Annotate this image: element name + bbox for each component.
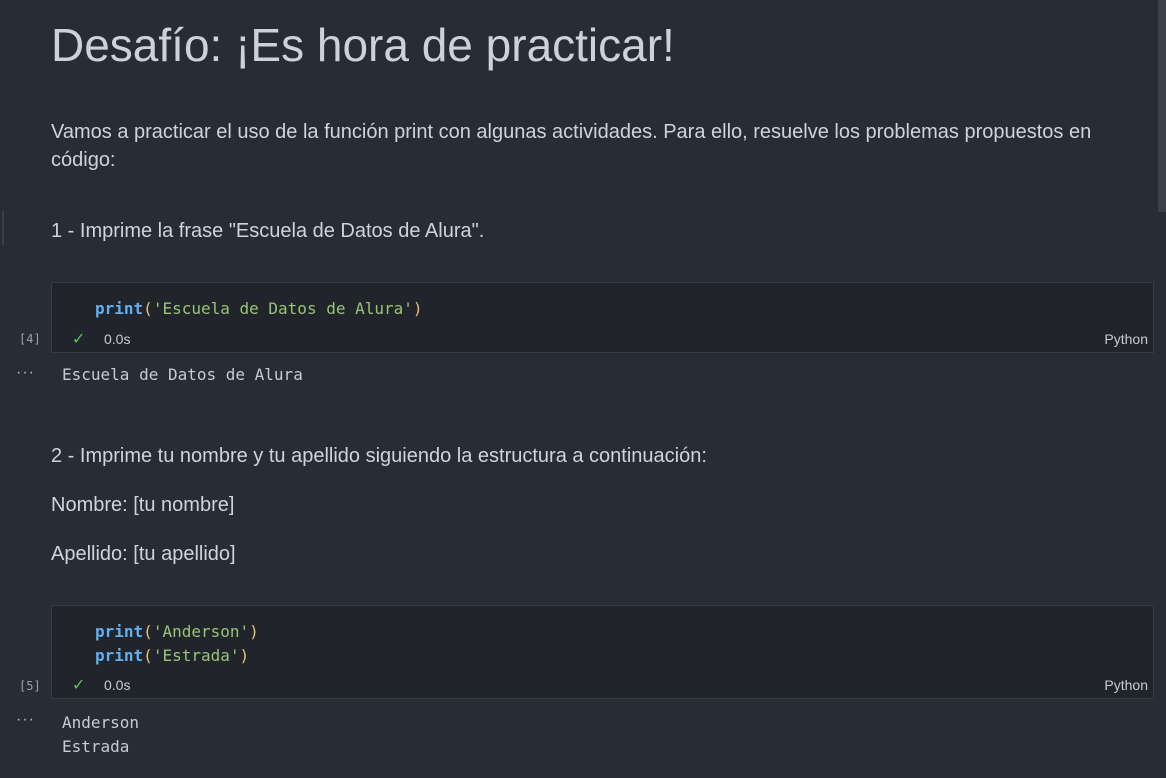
cell-output: Escuela de Datos de Alura (62, 363, 303, 387)
code-line[interactable]: print('Escuela de Datos de Alura') (95, 299, 423, 319)
page-title: Desafío: ¡Es hora de practicar! (51, 19, 675, 71)
notebook-page: Desafío: ¡Es hora de practicar! Vamos a … (0, 0, 1166, 778)
output-menu-icon[interactable]: ··· (16, 364, 35, 382)
execution-time: 0.0s (104, 677, 131, 693)
success-check-icon: ✓ (72, 331, 86, 348)
code-paren: ( (143, 646, 153, 665)
execution-time: 0.0s (104, 331, 131, 347)
code-function: print (95, 646, 144, 665)
intro-paragraph: Vamos a practicar el uso de la función p… (51, 121, 1092, 171)
success-check-icon: ✓ (72, 677, 86, 694)
code-paren: ( (143, 622, 153, 641)
code-cell[interactable]: print('Escuela de Datos de Alura') ✓ 0.0… (51, 282, 1154, 353)
code-line[interactable]: print('Estrada') (95, 646, 249, 666)
code-function: print (95, 622, 144, 641)
code-paren: ) (249, 622, 259, 641)
execution-count: [4] (19, 332, 41, 346)
scrollbar[interactable] (1158, 0, 1166, 212)
code-cell[interactable]: print('Anderson') print('Estrada') ✓ 0.0… (51, 605, 1154, 699)
exercise-1-text: 1 - Imprime la frase "Escuela de Datos d… (51, 220, 485, 242)
cell-output: Anderson Estrada (62, 711, 139, 759)
language-selector[interactable]: Python (1104, 677, 1148, 693)
code-string: 'Anderson' (152, 622, 250, 641)
exercise-2-text: 2 - Imprime tu nombre y tu apellido sigu… (51, 445, 707, 467)
cell-focus-indicator (2, 211, 4, 245)
code-function: print (95, 299, 144, 318)
code-line[interactable]: print('Anderson') (95, 622, 259, 642)
code-string: 'Escuela de Datos de Alura' (152, 299, 413, 318)
output-menu-icon[interactable]: ··· (16, 711, 35, 729)
output-line: Escuela de Datos de Alura (62, 365, 303, 384)
language-selector[interactable]: Python (1104, 331, 1148, 347)
code-string: 'Estrada' (152, 646, 240, 665)
code-paren: ) (412, 299, 423, 318)
code-paren: ) (239, 646, 250, 665)
output-line: Estrada (62, 737, 130, 756)
execution-count: [5] (19, 679, 41, 693)
nombre-template: Nombre: [tu nombre] (51, 494, 235, 516)
output-line: Anderson (62, 713, 140, 732)
code-paren: ( (143, 299, 153, 318)
apellido-template: Apellido: [tu apellido] (51, 543, 236, 565)
